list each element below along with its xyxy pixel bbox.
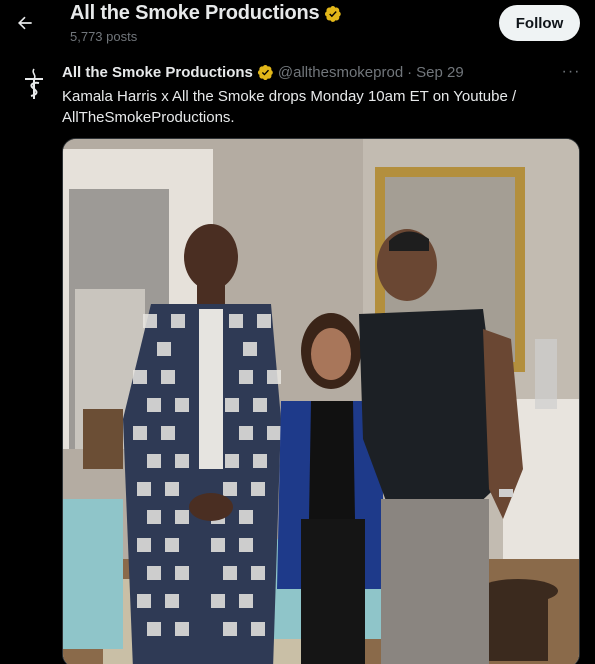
follow-button[interactable]: Follow — [499, 5, 580, 41]
post-header: All the Smoke Productions @allthesmokepr… — [62, 64, 464, 81]
more-options-button[interactable]: ··· — [558, 62, 584, 82]
post-author[interactable]: All the Smoke Productions — [62, 64, 253, 81]
post-text: Kamala Harris x All the Smoke drops Mond… — [62, 88, 517, 126]
post-image[interactable] — [62, 138, 580, 664]
header-title: All the Smoke Productions — [70, 2, 342, 25]
post-date[interactable]: Sep 29 — [416, 64, 464, 81]
photo-illustration — [63, 139, 579, 664]
separator: · — [407, 64, 413, 81]
verified-badge-icon — [325, 5, 342, 22]
profile-header: All the Smoke Productions 5,773 posts Fo… — [0, 0, 595, 52]
post-handle[interactable]: @allthesmokeprod — [278, 64, 403, 81]
back-button[interactable] — [8, 6, 42, 40]
smoke-logo-icon — [25, 68, 43, 99]
arrow-left-icon — [18, 16, 32, 30]
verified-badge-icon — [257, 64, 273, 81]
avatar[interactable] — [14, 64, 54, 104]
post-count: 5,773 posts — [70, 29, 138, 44]
post-article[interactable]: All the Smoke Productions @allthesmokepr… — [0, 56, 595, 664]
profile-name: All the Smoke Productions — [70, 2, 320, 24]
more-horizontal-icon: ··· — [561, 63, 581, 80]
